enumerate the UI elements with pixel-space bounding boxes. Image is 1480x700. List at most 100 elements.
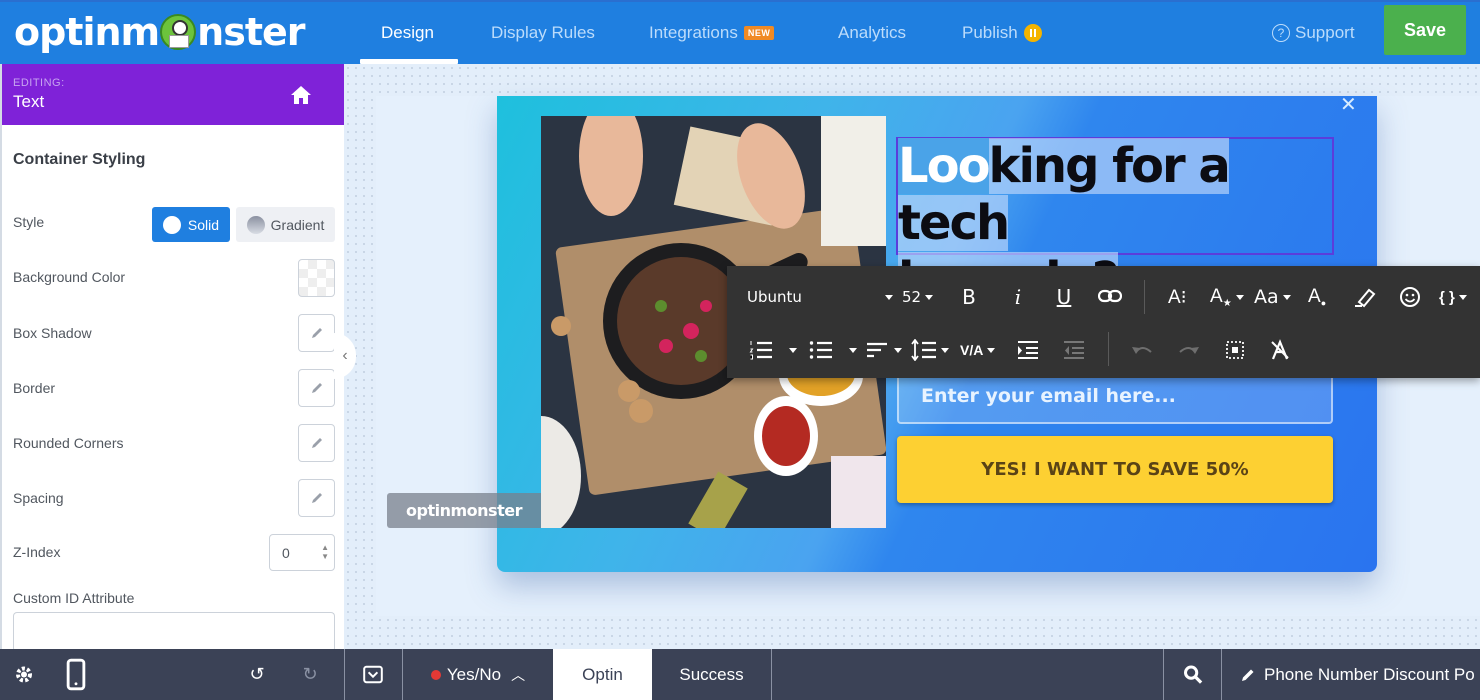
font-family-select[interactable]: Ubuntu: [747, 284, 893, 310]
outdent-icon[interactable]: [1063, 340, 1085, 360]
pencil-icon: [311, 438, 322, 448]
mobile-preview-icon[interactable]: [66, 649, 86, 700]
background-color-label: Background Color: [13, 269, 126, 285]
style-label: Style: [13, 214, 45, 230]
bold-icon[interactable]: B: [958, 284, 980, 310]
redo-icon[interactable]: [1178, 343, 1200, 357]
caret-down-icon[interactable]: [849, 348, 857, 353]
logo-text-left: optinm: [14, 10, 160, 54]
tab-analytics[interactable]: Analytics: [838, 2, 906, 64]
chevron-up-icon: ︿: [511, 666, 526, 683]
letter-spacing-icon[interactable]: V/A: [960, 338, 996, 362]
italic-icon[interactable]: i: [1007, 284, 1029, 310]
spacing-edit-button[interactable]: [298, 479, 335, 517]
letter-spacing-label: V/A: [960, 342, 984, 358]
tab-label: Design: [381, 23, 434, 42]
campaign-name: Phone Number Discount Po: [1264, 664, 1475, 684]
clear-format-icon[interactable]: [1269, 339, 1291, 361]
gear-icon[interactable]: [13, 649, 35, 700]
font-effect-icon[interactable]: A ★: [1210, 284, 1244, 310]
caret-down-icon[interactable]: [789, 348, 797, 353]
tab-label: Optin: [582, 664, 623, 684]
link-icon[interactable]: [1098, 288, 1122, 304]
caret-down-icon: [885, 294, 893, 300]
optinmonster-logo[interactable]: optinm nster: [14, 10, 306, 54]
spacing-label: Spacing: [13, 490, 64, 506]
caret-down-icon[interactable]: [941, 348, 949, 353]
rounded-corners-edit-button[interactable]: [298, 424, 335, 462]
tab-label: Success: [679, 664, 744, 684]
font-size-select[interactable]: 52: [902, 284, 934, 310]
status-dot: [430, 669, 441, 680]
box-shadow-edit-button[interactable]: [298, 314, 335, 352]
rounded-corners-label: Rounded Corners: [13, 435, 124, 451]
save-template-icon[interactable]: [362, 649, 384, 700]
emoji-icon[interactable]: [1399, 286, 1421, 308]
pencil-icon: [1242, 669, 1254, 681]
yes-no-label: Yes/No: [446, 664, 502, 684]
line-height-icon[interactable]: A⁝: [1168, 284, 1187, 310]
help-circle-icon: ?: [1272, 24, 1290, 42]
bottom-bar: ↺ ↻ Yes/No ︿ Optin Success Phone Number …: [0, 649, 1480, 700]
badge-text: optinmonster: [406, 501, 522, 520]
pause-circle-icon: [1023, 24, 1042, 42]
z-index-input[interactable]: 0 ▲ ▼: [269, 534, 335, 571]
gradient-swatch-icon: [246, 215, 265, 234]
save-button[interactable]: Save: [1384, 5, 1466, 55]
caret-down-icon: [1282, 294, 1291, 300]
custom-id-label: Custom ID Attribute: [13, 590, 135, 606]
undo-icon[interactable]: ↺: [246, 649, 268, 700]
highlight-icon[interactable]: [1353, 286, 1377, 308]
z-index-value: 0: [282, 544, 290, 561]
style-option-label: Gradient: [270, 216, 325, 233]
background-color-swatch[interactable]: [298, 259, 335, 297]
line-spacing-icon[interactable]: [911, 339, 937, 361]
stepper-arrows-icon[interactable]: ▲ ▼: [321, 543, 329, 561]
logo-text-right: nster: [197, 10, 305, 54]
tab-design[interactable]: Design: [381, 2, 434, 64]
caret-down-icon[interactable]: [894, 348, 902, 353]
align-icon[interactable]: [866, 342, 888, 358]
pencil-icon: [311, 328, 322, 338]
divider: [1163, 649, 1164, 700]
style-solid-button[interactable]: Solid: [152, 207, 230, 242]
close-icon[interactable]: ✕: [1340, 92, 1357, 117]
custom-id-input[interactable]: [13, 612, 335, 652]
search-icon[interactable]: [1183, 649, 1203, 700]
tab-success[interactable]: Success: [652, 649, 771, 700]
text-color-icon[interactable]: A ●: [1308, 284, 1326, 310]
style-gradient-button[interactable]: Gradient: [236, 207, 335, 242]
border-edit-button[interactable]: [298, 369, 335, 407]
tab-optin[interactable]: Optin: [553, 649, 652, 700]
smart-tags-icon[interactable]: { }: [1439, 284, 1467, 310]
indent-icon[interactable]: [1017, 340, 1039, 360]
font-family-value: Ubuntu: [747, 288, 802, 306]
select-all-icon[interactable]: [1225, 340, 1245, 360]
unordered-list-icon[interactable]: [809, 340, 833, 360]
caret-down-icon: [925, 294, 934, 300]
style-option-label: Solid: [187, 216, 220, 233]
text-case-label: Aa: [1254, 286, 1279, 308]
underline-icon[interactable]: U: [1053, 284, 1075, 310]
undo-icon[interactable]: [1131, 343, 1153, 357]
cta-button[interactable]: YES! I WANT TO SAVE 50%: [897, 436, 1333, 503]
divider: [771, 649, 772, 700]
support-link[interactable]: ? Support: [1272, 2, 1355, 64]
home-icon[interactable]: [289, 84, 313, 106]
text-case-icon[interactable]: Aa: [1254, 284, 1291, 310]
yes-no-toggle[interactable]: Yes/No ︿: [403, 649, 553, 700]
editing-label: EDITING:: [13, 77, 65, 89]
solid-swatch-icon: [162, 215, 181, 234]
toolbar-divider: [1108, 332, 1109, 366]
tab-publish[interactable]: Publish: [962, 2, 1042, 64]
box-shadow-label: Box Shadow: [13, 325, 92, 341]
section-title: Container Styling: [13, 151, 146, 168]
editing-header: EDITING: Text: [2, 64, 344, 125]
campaign-name-button[interactable]: Phone Number Discount Po: [1240, 649, 1480, 700]
tab-display-rules[interactable]: Display Rules: [491, 2, 595, 64]
tab-label: Publish: [962, 23, 1018, 42]
divider: [1221, 649, 1222, 700]
redo-icon[interactable]: ↻: [299, 649, 321, 700]
ordered-list-icon[interactable]: [749, 340, 773, 360]
tab-integrations[interactable]: Integrations NEW: [649, 2, 775, 64]
